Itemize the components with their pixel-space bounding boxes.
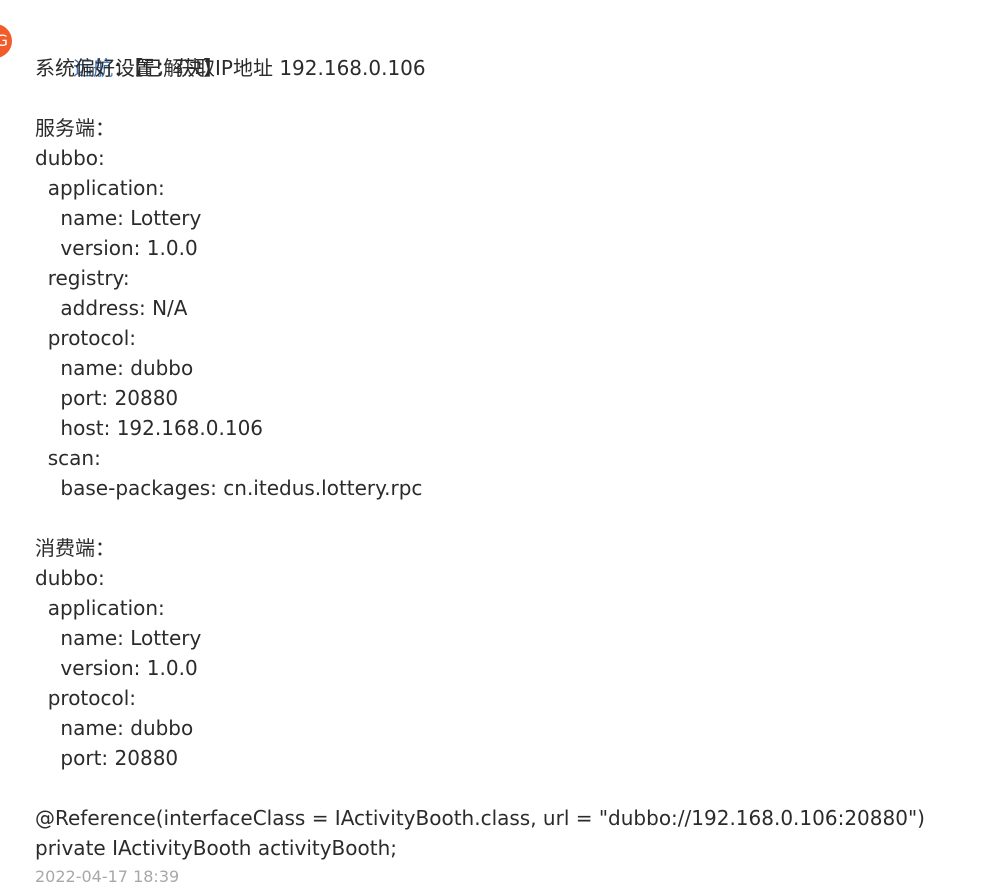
comment-line: port: 20880	[35, 746, 179, 770]
consumer-heading: 消费端：	[35, 536, 115, 560]
comment-line: version: 1.0.0	[35, 236, 198, 260]
comment-line: registry:	[35, 266, 130, 290]
comment-line: port: 20880	[35, 386, 179, 410]
comment-line: protocol:	[35, 686, 137, 710]
comment-line: name: Lottery	[35, 206, 202, 230]
comment-item: G 远航：【已解决】 系统偏好设置：获取IP地址 192.168.0.106 服…	[0, 0, 997, 886]
comment-line: name: Lottery	[35, 626, 202, 650]
comment-line: name: dubbo	[35, 356, 194, 380]
comment-line: version: 1.0.0	[35, 656, 198, 680]
comment-line: 系统偏好设置：获取IP地址 192.168.0.106	[35, 56, 426, 80]
comment-line: scan:	[35, 446, 101, 470]
comment-line: protocol:	[35, 326, 137, 350]
comment-line: application:	[35, 176, 165, 200]
comment-body: 远航：【已解决】 系统偏好设置：获取IP地址 192.168.0.106 服务端…	[35, 23, 975, 863]
comment-header: 远航：【已解决】	[35, 23, 975, 80]
comment-line: name: dubbo	[35, 716, 194, 740]
comment-blank-line	[35, 83, 975, 113]
comment-line: base-packages: cn.itedus.lottery.rpc	[35, 476, 423, 500]
code-annotation-line: @Reference(interfaceClass = IActivityBoo…	[35, 806, 925, 830]
comment-line: host: 192.168.0.106	[35, 416, 264, 440]
comment-line: dubbo:	[35, 566, 105, 590]
avatar[interactable]: G	[0, 24, 12, 58]
comment-line: dubbo:	[35, 146, 105, 170]
comment-timestamp: 2022-04-17 18:39	[35, 867, 180, 886]
comment-blank-line	[35, 773, 975, 803]
code-field-line: private IActivityBooth activityBooth;	[35, 836, 398, 860]
comment-blank-line	[35, 503, 975, 533]
comment-line: address: N/A	[35, 296, 188, 320]
comment-line: application:	[35, 596, 165, 620]
server-heading: 服务端：	[35, 116, 115, 140]
